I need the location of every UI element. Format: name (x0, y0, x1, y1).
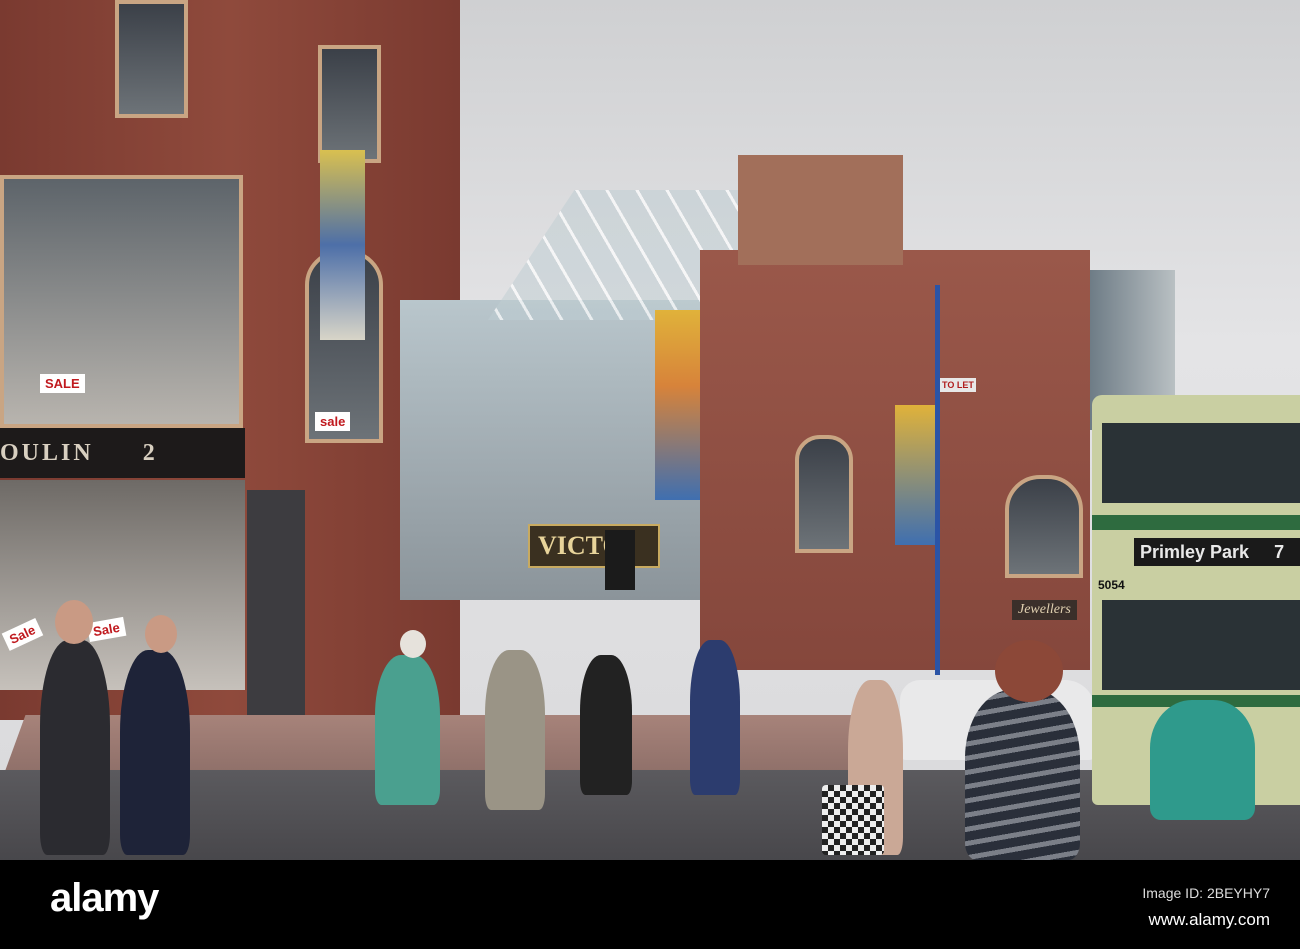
pedestrian (375, 655, 440, 805)
pedestrian-head (145, 615, 177, 653)
watermark-bar (0, 860, 1300, 949)
alamy-logo: alamy (50, 876, 159, 920)
jewellers-sign: Jewellers (1012, 600, 1077, 620)
window (795, 435, 853, 553)
traffic-light (605, 530, 635, 590)
shop-window (0, 175, 243, 428)
shop-front (0, 480, 245, 690)
pedestrian (580, 655, 632, 795)
sale-tag: sale (315, 412, 351, 431)
bus-destination-display: Primley Park 7 (1134, 538, 1300, 566)
banner-flag (895, 405, 935, 545)
image-id: Image ID: 2BEYHY7 (1142, 885, 1270, 901)
pedestrian (485, 650, 545, 810)
street-photo: OULIN 2 SALE Sale Sale sale VICTO TO LET… (0, 0, 1300, 860)
banner-flag (320, 150, 365, 340)
window (115, 0, 188, 118)
pedestrian-head (55, 600, 93, 644)
pedestrian-head (995, 640, 1063, 702)
pedestrian (40, 640, 110, 855)
arcade-sign: VICTO (528, 524, 660, 568)
banner-flag (655, 310, 705, 500)
pedestrian-head (400, 630, 426, 658)
shopping-bag (822, 785, 884, 855)
street-lamp (935, 285, 940, 675)
sale-tag: SALE (40, 374, 85, 393)
tower (738, 155, 903, 265)
pedestrian (690, 640, 740, 795)
pedestrian (120, 650, 190, 855)
pedestrian (965, 690, 1080, 860)
window (318, 45, 381, 163)
window (1005, 475, 1083, 578)
shop-name-sign: OULIN 2 (0, 428, 245, 478)
granite-pillar (247, 490, 305, 720)
bus-fleet-number: 5054 (1098, 578, 1125, 592)
to-let-sign: TO LET (940, 378, 976, 392)
pedestrian (1150, 700, 1255, 820)
website-url: www.alamy.com (1148, 910, 1270, 929)
